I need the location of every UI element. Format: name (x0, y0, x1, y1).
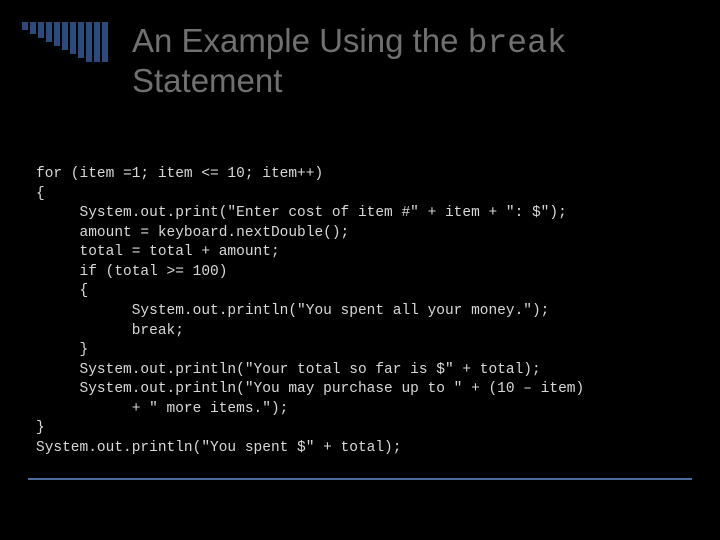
code-line: for (item =1; item <= 10; item++) (36, 166, 323, 182)
decor-bar (30, 22, 36, 34)
bottom-divider (28, 478, 692, 480)
code-line: amount = keyboard.nextDouble(); (36, 225, 349, 241)
code-line: System.out.println("You may purchase up … (36, 381, 584, 397)
decor-bar (22, 22, 28, 30)
code-line: + " more items."); (36, 401, 288, 417)
title-code-word: break (468, 25, 567, 62)
decor-bar (62, 22, 68, 50)
code-example: for (item =1; item <= 10; item++) { Syst… (36, 165, 684, 458)
decor-bar (94, 22, 100, 62)
code-line: { (36, 283, 88, 299)
title-part1: An Example Using the (132, 22, 468, 59)
decor-bar (86, 22, 92, 62)
code-line: } (36, 342, 88, 358)
code-line: System.out.println("You spent all your m… (36, 303, 549, 319)
decor-bar (78, 22, 84, 58)
code-line: } (36, 420, 45, 436)
code-line: total = total + amount; (36, 244, 280, 260)
decor-bar (38, 22, 44, 38)
slide-title: An Example Using the break Statement (132, 22, 680, 100)
decor-bar (46, 22, 52, 42)
code-line: { (36, 186, 45, 202)
code-line: System.out.println("You spent $" + total… (36, 440, 401, 456)
decor-bar (70, 22, 76, 54)
code-line: if (total >= 100) (36, 264, 227, 280)
code-line: System.out.print("Enter cost of item #" … (36, 205, 567, 221)
corner-bars-decoration (22, 22, 108, 62)
code-line: break; (36, 323, 184, 339)
title-part2: Statement (132, 62, 282, 99)
code-line: System.out.println("Your total so far is… (36, 362, 541, 378)
decor-bar (54, 22, 60, 46)
decor-bar (102, 22, 108, 62)
